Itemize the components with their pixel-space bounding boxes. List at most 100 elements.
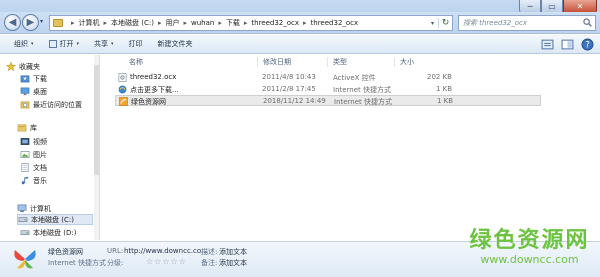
remarks-label: 备注:: [201, 259, 218, 267]
breadcrumb-separator[interactable]: ▸: [303, 19, 307, 27]
share-button[interactable]: 共享 ▾: [94, 39, 114, 49]
downloads-folder-icon: [20, 75, 30, 83]
ocx-file-icon: [118, 73, 127, 82]
sidebar-item-downloads[interactable]: 下载: [20, 73, 47, 84]
open-button[interactable]: 打开 ▾: [48, 39, 79, 49]
column-divider[interactable]: [257, 57, 258, 67]
breadcrumb-separator[interactable]: ▸: [104, 19, 108, 27]
file-date: 2011/4/8 10:43: [262, 73, 316, 81]
breadcrumb-separator[interactable]: ▸: [183, 19, 187, 27]
remarks-value[interactable]: 添加文本: [219, 258, 247, 268]
breadcrumb-users[interactable]: 用户: [165, 18, 179, 28]
sidebar-item-label: 视频: [33, 137, 47, 146]
breadcrumb-drive-c[interactable]: 本地磁盘 (C:): [111, 18, 154, 28]
column-divider[interactable]: [327, 57, 328, 67]
command-toolbar: 组织 ▾ 打开 ▾ 共享 ▾ 打印 新建文件夹 ?: [0, 35, 600, 54]
svg-text:?: ?: [585, 41, 590, 51]
sidebar-item-desktop[interactable]: 桌面: [20, 86, 47, 97]
sidebar-item-computer[interactable]: 计算机: [17, 203, 51, 214]
address-dropdown-button[interactable]: ▾: [427, 20, 438, 27]
help-icon[interactable]: ?: [581, 38, 594, 51]
column-header-size[interactable]: 大小: [400, 57, 414, 67]
sidebar-item-libraries[interactable]: 库: [17, 122, 37, 133]
organize-button[interactable]: 组织 ▾: [14, 39, 34, 49]
breadcrumb-separator[interactable]: ▸: [218, 19, 222, 27]
folder-icon: [53, 19, 63, 27]
star-icon[interactable]: ☆: [179, 257, 186, 267]
chevron-down-icon: ▾: [111, 41, 114, 47]
open-label: 打开: [59, 40, 74, 48]
sidebar-item-drive-d[interactable]: 本地磁盘 (D:): [20, 227, 76, 238]
file-size: 1 KB: [437, 97, 454, 105]
sidebar-item-label: 本地磁盘 (C:): [31, 215, 74, 224]
file-list: 名称 修改日期 类型 大小 threed32.ocx 2011/4/8 10:4…: [101, 55, 600, 240]
file-name: 点击更多下载...: [130, 86, 179, 94]
sidebar-item-label: 图片: [33, 150, 47, 159]
sidebar-item-label: 下载: [33, 74, 47, 83]
share-label: 共享: [94, 40, 109, 48]
file-type: Internet 快捷方式: [334, 98, 393, 106]
sidebar-item-label: 收藏夹: [19, 62, 40, 71]
internet-shortcut-icon: [118, 85, 127, 94]
navigation-pane: 收藏夹 下载 桌面 最近访问的位置 库 视频 图片 文档 音乐 计算机 本地磁盘…: [0, 55, 100, 240]
table-row-selected[interactable]: 绿色资源网 2018/11/12 14:49 Internet 快捷方式 1 K…: [115, 95, 541, 106]
breadcrumb-computer[interactable]: 计算机: [79, 18, 100, 28]
sidebar-item-label: 计算机: [30, 204, 51, 213]
star-icon[interactable]: ☆: [154, 257, 161, 267]
sidebar-scrollbar-thumb[interactable]: [94, 65, 99, 175]
preview-pane-icon[interactable]: [561, 38, 574, 51]
sidebar-item-music[interactable]: 音乐: [20, 175, 47, 186]
print-button[interactable]: 打印: [129, 39, 143, 49]
sidebar-scrollbar[interactable]: [94, 55, 99, 240]
sidebar-item-recent[interactable]: 最近访问的位置: [20, 99, 82, 110]
url-value[interactable]: http://www.downcc.co...: [124, 247, 208, 255]
url-label: URL:: [107, 247, 124, 255]
sidebar-item-pictures[interactable]: 图片: [20, 149, 47, 160]
column-header-type[interactable]: 类型: [333, 57, 347, 67]
file-name: threed32.ocx: [130, 73, 177, 81]
recent-pages-dropdown[interactable]: ▾: [40, 18, 43, 25]
table-row[interactable]: threed32.ocx 2011/4/8 10:43 ActiveX 控件 2…: [115, 72, 541, 83]
sidebar-item-drive-c[interactable]: 本地磁盘 (C:): [17, 214, 93, 225]
view-controls: ?: [534, 38, 594, 51]
column-header-date[interactable]: 修改日期: [263, 57, 291, 67]
breadcrumb-threed32-ocx[interactable]: threed32_ocx: [311, 19, 359, 27]
details-item-kind: Internet 快捷方式: [48, 259, 107, 267]
sidebar-item-videos[interactable]: 视频: [20, 136, 47, 147]
breadcrumb-separator[interactable]: ▸: [71, 19, 75, 27]
green-site-icon: [119, 97, 128, 106]
back-arrow-icon: ◀: [8, 17, 17, 28]
search-icon[interactable]: [583, 18, 592, 27]
star-icon[interactable]: ☆: [162, 257, 169, 267]
sidebar-item-documents[interactable]: 文档: [20, 162, 47, 173]
breadcrumb-threed32-ocx-parent[interactable]: threed32_ocx: [251, 19, 299, 27]
description-value[interactable]: 添加文本: [219, 247, 247, 257]
butterfly-icon: [14, 250, 36, 269]
sidebar-item-label: 桌面: [33, 87, 47, 96]
breadcrumb-separator[interactable]: ▸: [158, 19, 162, 27]
rating-stars: ☆ ☆ ☆ ☆ ☆: [146, 257, 187, 267]
back-button[interactable]: ◀: [4, 14, 21, 31]
site-watermark: 绿色资源网 www.downcc.com: [462, 222, 597, 272]
search-box[interactable]: 搜索 threed32_ocx: [458, 15, 596, 31]
refresh-icon[interactable]: ↻: [438, 18, 452, 28]
new-folder-button[interactable]: 新建文件夹: [158, 39, 193, 49]
column-divider[interactable]: [394, 57, 395, 67]
star-icon[interactable]: ☆: [171, 257, 178, 267]
view-options-icon[interactable]: [541, 38, 554, 51]
breadcrumb-downloads[interactable]: 下载: [226, 18, 240, 28]
file-date: 2018/11/12 14:49: [263, 97, 326, 105]
forward-button[interactable]: ▶: [22, 14, 39, 31]
sidebar-item-favorites[interactable]: 收藏夹: [6, 61, 40, 72]
file-date: 2011/2/8 17:45: [262, 85, 316, 93]
table-row[interactable]: 点击更多下载... 2011/2/8 17:45 Internet 快捷方式 1…: [115, 84, 541, 95]
sidebar-item-label: 最近访问的位置: [33, 100, 82, 109]
forward-arrow-icon: ▶: [26, 17, 35, 28]
address-bar[interactable]: ▸ 计算机 ▸ 本地磁盘 (C:) ▸ 用户 ▸ wuhan ▸ 下载 ▸ th…: [49, 15, 453, 31]
breadcrumb-separator[interactable]: ▸: [244, 19, 248, 27]
breadcrumb-wuhan[interactable]: wuhan: [191, 19, 214, 27]
column-header-name[interactable]: 名称: [129, 57, 143, 67]
address-actions: ▾ ↻: [427, 16, 452, 30]
print-label: 打印: [128, 40, 143, 48]
star-icon[interactable]: ☆: [146, 257, 153, 267]
